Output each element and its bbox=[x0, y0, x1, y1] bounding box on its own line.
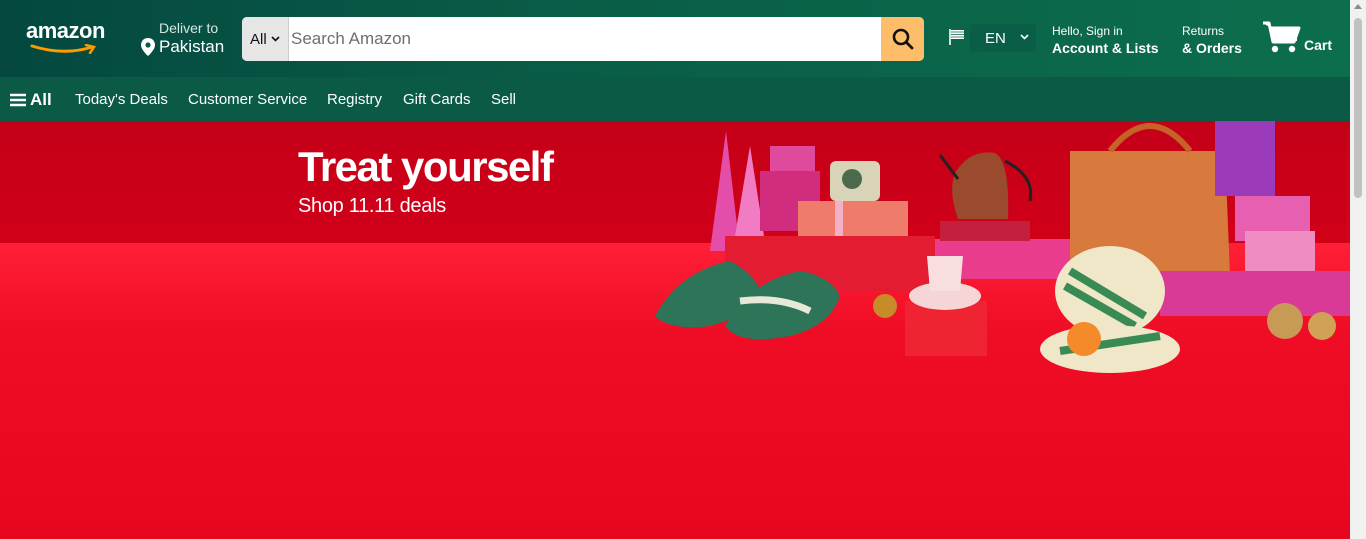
chevron-down-icon bbox=[1020, 34, 1029, 40]
amazon-logo[interactable]: amazon bbox=[26, 18, 116, 58]
hero-product-illustration bbox=[655, 121, 1350, 373]
logo-smile-icon bbox=[30, 44, 97, 54]
scroll-up-arrow-icon[interactable] bbox=[1354, 4, 1362, 9]
nav-item-customer-service[interactable]: Customer Service bbox=[188, 91, 307, 108]
hero-subtitle: Shop 11.11 deals bbox=[298, 195, 446, 217]
cart-button[interactable]: Cart bbox=[1262, 20, 1338, 60]
hero-title: Treat yourself bbox=[298, 143, 554, 190]
orders-label: & Orders bbox=[1182, 40, 1242, 56]
search-icon bbox=[892, 28, 913, 50]
nav-item-gift-cards[interactable]: Gift Cards bbox=[403, 91, 471, 108]
search-bar: All bbox=[242, 17, 924, 61]
cart-icon bbox=[1263, 21, 1301, 53]
scroll-thumb[interactable] bbox=[1354, 18, 1362, 198]
nav-item-registry[interactable]: Registry bbox=[327, 91, 382, 108]
chevron-down-icon bbox=[271, 36, 280, 42]
flag-icon[interactable] bbox=[948, 28, 966, 46]
cart-label: Cart bbox=[1304, 37, 1333, 53]
returns-label: Returns bbox=[1182, 24, 1225, 38]
nav-bar: All Today's Deals Customer Service Regis… bbox=[0, 77, 1350, 121]
nav-all-menu[interactable]: All bbox=[10, 90, 52, 110]
search-input[interactable] bbox=[289, 17, 881, 61]
account-label: Account & Lists bbox=[1052, 40, 1159, 56]
deliver-location: Pakistan bbox=[159, 37, 225, 56]
nav-item-sell[interactable]: Sell bbox=[491, 91, 516, 108]
language-selector[interactable]: EN bbox=[970, 24, 1036, 52]
nav-all-label: All bbox=[30, 90, 52, 109]
language-label: EN bbox=[985, 29, 1006, 47]
nav-item-todays-deals[interactable]: Today's Deals bbox=[75, 91, 168, 108]
returns-orders[interactable]: Returns & Orders bbox=[1182, 24, 1242, 56]
location-pin-icon bbox=[141, 38, 155, 56]
page-scrollbar[interactable] bbox=[1350, 0, 1366, 539]
search-category-select[interactable]: All bbox=[242, 17, 289, 61]
hero-banner[interactable]: Treat yourself Shop 11.11 deals bbox=[0, 121, 1350, 539]
top-header: amazon Deliver to Pakistan All Search Am… bbox=[0, 0, 1350, 77]
account-greeting: Hello, Sign in bbox=[1052, 24, 1123, 38]
deliver-label: Deliver to bbox=[159, 20, 219, 36]
account-lists[interactable]: Hello, Sign in Account & Lists bbox=[1052, 24, 1159, 56]
search-button[interactable] bbox=[881, 17, 924, 61]
hamburger-menu-icon bbox=[10, 93, 26, 107]
search-category-label: All bbox=[250, 30, 267, 48]
logo-text: amazon bbox=[26, 18, 105, 43]
